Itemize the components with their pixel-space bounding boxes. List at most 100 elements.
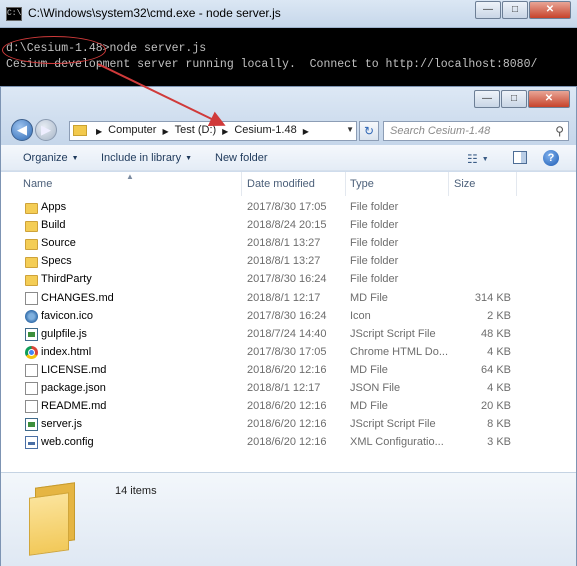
jscript-file-icon (25, 327, 38, 341)
file-name: CHANGES.md (41, 291, 114, 304)
search-icon[interactable]: ⚲ (555, 124, 564, 138)
file-date: 2018/8/1 12:17 (247, 291, 321, 304)
explorer-close-button[interactable]: ✕ (528, 90, 570, 108)
cmd-window-controls: — □ ✕ (474, 1, 571, 19)
file-list[interactable]: ▲ Name Date modified Type Size Apps 2017/… (1, 172, 576, 472)
column-divider[interactable] (448, 172, 449, 196)
file-size: 4 KB (487, 382, 511, 394)
search-input[interactable]: Search Cesium-1.48 (390, 125, 490, 137)
explorer-window[interactable]: — □ ✕ ◀ ▶ ▶ Computer ▶ Test (D:) ▶ Cesiu… (0, 86, 577, 566)
sort-caret-icon: ▲ (126, 172, 134, 181)
file-row[interactable]: ThirdParty 2017/8/30 16:24 File folder (21, 271, 521, 289)
folder-icon (73, 125, 87, 136)
address-bar[interactable]: ▶ Computer ▶ Test (D:) ▶ Cesium-1.48 ▶ ▼ (69, 121, 357, 141)
file-type: MD File (350, 400, 388, 413)
document-icon (25, 400, 38, 414)
file-type: JScript Script File (350, 327, 436, 340)
file-type: File folder (350, 255, 399, 268)
xml-config-icon (25, 436, 38, 450)
file-name: gulpfile.js (41, 327, 87, 340)
file-row[interactable]: Specs 2018/8/1 13:27 File folder (21, 253, 521, 271)
column-header-date[interactable]: Date modified (247, 178, 315, 190)
file-name: package.json (41, 382, 106, 394)
change-view-button[interactable]: ☷ ▼ (467, 152, 489, 166)
file-row[interactable]: Apps 2017/8/30 17:05 File folder (21, 199, 521, 217)
explorer-maximize-button[interactable]: □ (501, 90, 527, 108)
large-folder-icon (29, 482, 79, 556)
file-size: 4 KB (487, 345, 511, 358)
details-view-icon: ☷ (467, 152, 478, 166)
file-row[interactable]: index.html 2017/8/30 17:05 Chrome HTML Do.… (21, 344, 521, 362)
cmd-title-bar[interactable]: C:\ C:\Windows\system32\cmd.exe - node s… (0, 0, 577, 28)
file-row[interactable]: Source 2018/8/1 13:27 File folder (21, 235, 521, 253)
file-date: 2018/8/1 13:27 (247, 255, 321, 268)
explorer-minimize-button[interactable]: — (474, 90, 500, 108)
breadcrumb-item-drive[interactable]: Test (D:) (175, 124, 217, 139)
folder-icon (25, 239, 38, 251)
file-name: favicon.ico (41, 309, 93, 322)
include-in-library-button[interactable]: Include in library ▼ (101, 152, 192, 164)
file-row[interactable]: LICENSE.md 2018/6/20 12:16 MD File 64 KB (21, 362, 521, 380)
file-row[interactable]: Build 2018/8/24 20:15 File folder (21, 217, 521, 235)
file-name: Source (41, 237, 76, 250)
column-divider[interactable] (241, 172, 242, 196)
file-row[interactable]: favicon.ico 2017/8/30 16:24 Icon 2 KB (21, 308, 521, 326)
cmd-close-button[interactable]: ✕ (529, 1, 571, 19)
file-type: Chrome HTML Do... (350, 345, 449, 358)
back-button[interactable]: ◀ (11, 119, 33, 141)
file-row[interactable]: CHANGES.md 2018/8/1 12:17 MD File 314 KB (21, 290, 521, 308)
file-row[interactable]: gulpfile.js 2018/7/24 14:40 JScript Script… (21, 326, 521, 344)
cmd-minimize-button[interactable]: — (475, 1, 501, 19)
explorer-title-bar[interactable]: — □ ✕ ◀ ▶ ▶ Computer ▶ Test (D:) ▶ Cesiu… (1, 87, 576, 145)
file-row[interactable]: README.md 2018/6/20 12:16 MD File 20 KB (21, 398, 521, 416)
cmd-app-icon: C:\ (6, 7, 22, 21)
breadcrumb: ▶ Computer ▶ Test (D:) ▶ Cesium-1.48 ▶ (90, 124, 315, 139)
column-divider[interactable] (516, 172, 517, 196)
file-type: File folder (350, 201, 399, 213)
file-name: ThirdParty (41, 273, 92, 286)
address-dropdown-icon[interactable]: ▼ (346, 125, 354, 134)
chevron-down-icon: ▼ (185, 154, 193, 162)
organize-button[interactable]: Organize ▼ (23, 152, 79, 164)
file-size: 3 KB (487, 436, 511, 449)
chevron-right-icon: ▶ (96, 127, 103, 136)
file-size: 20 KB (481, 400, 511, 413)
forward-button[interactable]: ▶ (35, 119, 57, 141)
help-icon[interactable]: ? (543, 150, 559, 166)
folder-icon (25, 203, 38, 214)
file-size: 314 KB (474, 291, 511, 304)
refresh-button[interactable]: ↻ (359, 121, 379, 141)
refresh-icon: ↻ (363, 124, 375, 138)
file-name: README.md (41, 400, 107, 413)
file-type: Icon (350, 309, 371, 322)
file-date: 2018/8/24 20:15 (247, 219, 327, 232)
column-divider[interactable] (345, 172, 346, 196)
breadcrumb-item-current[interactable]: Cesium-1.48 (234, 124, 296, 139)
chevron-right-icon[interactable]: ▶ (303, 124, 309, 139)
column-header-type[interactable]: Type (350, 178, 374, 190)
column-header-name[interactable]: Name (23, 178, 52, 190)
chevron-right-icon[interactable]: ▶ (162, 124, 168, 139)
column-header-size[interactable]: Size (454, 178, 475, 190)
organize-label: Organize (23, 152, 68, 164)
forward-arrow-icon: ▶ (41, 122, 51, 137)
file-row[interactable]: package.json 2018/8/1 12:17 JSON File 4 KB (21, 380, 521, 398)
new-folder-button[interactable]: New folder (215, 152, 268, 164)
explorer-window-controls: — □ ✕ (473, 90, 570, 108)
ico-file-icon (25, 309, 38, 323)
search-box[interactable]: Search Cesium-1.48 ⚲ (383, 121, 569, 141)
chevron-down-icon: ▼ (481, 156, 489, 164)
document-icon (25, 291, 38, 305)
cmd-maximize-button[interactable]: □ (502, 1, 528, 19)
folder-icon (25, 275, 38, 287)
file-date: 2018/6/20 12:16 (247, 436, 327, 449)
jscript-file-icon (25, 418, 38, 432)
file-row[interactable]: server.js 2018/6/20 12:16 JScript Script F… (21, 416, 521, 434)
file-row[interactable]: web.config 2018/6/20 12:16 XML Configurati… (21, 434, 521, 452)
chevron-down-icon: ▼ (71, 154, 79, 162)
breadcrumb-item-computer[interactable]: Computer (108, 124, 156, 139)
preview-pane-icon[interactable] (513, 151, 527, 164)
file-type: JSON File (350, 382, 401, 394)
file-type: XML Configuratio... (350, 436, 444, 449)
chevron-right-icon[interactable]: ▶ (222, 124, 228, 139)
